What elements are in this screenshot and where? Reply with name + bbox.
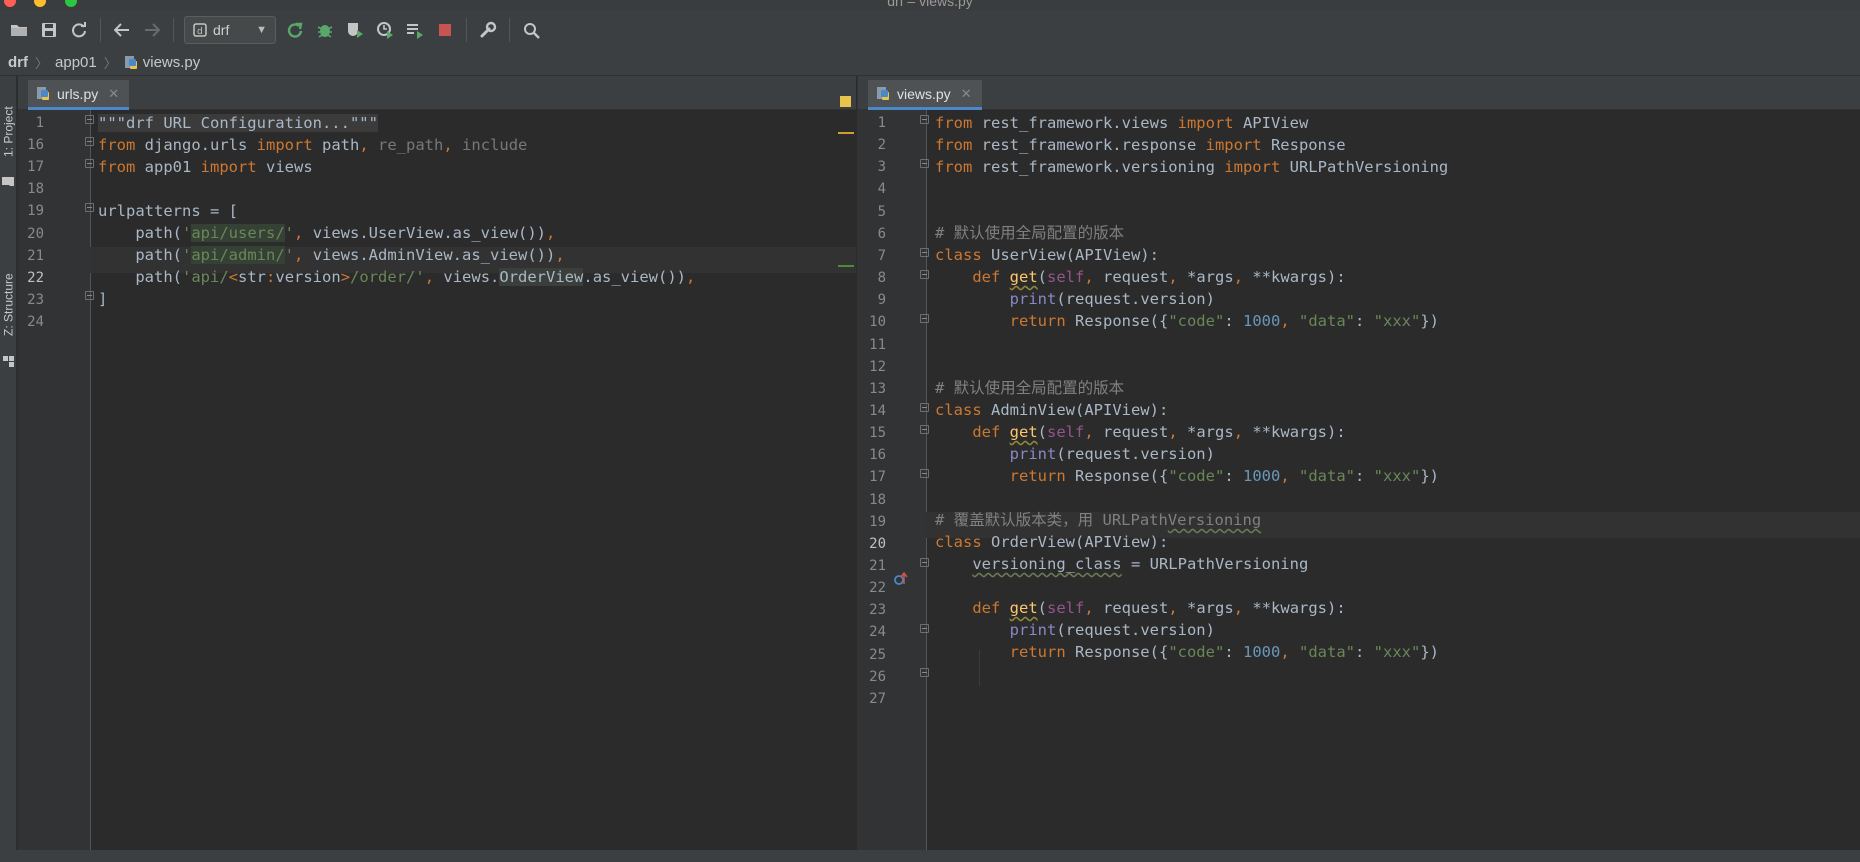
folder-icon [11, 25, 27, 36]
gutter-divider [90, 110, 91, 862]
change-stripe[interactable] [838, 265, 854, 267]
search-everywhere-button[interactable] [516, 15, 546, 45]
run-concurrency-button[interactable] [400, 15, 430, 45]
bug-icon [317, 25, 333, 38]
project-tab-label: 1: Project [1, 106, 16, 158]
editor-pane-left: urls.py ✕ 1 16 17 18 19 20 21 22 23 24 """drf URL… [18, 76, 856, 862]
toolbar-divider [466, 18, 467, 42]
structure-tool-tab[interactable]: Z: Structure [0, 260, 17, 350]
tab-label: views.py [897, 85, 951, 102]
save-icon [42, 23, 56, 37]
code-line[interactable]: path('api/<str:version>/order/', views.O… [98, 264, 695, 290]
fold-marker-icon[interactable] [920, 558, 929, 567]
status-bar [0, 850, 1860, 862]
fold-marker-icon[interactable] [920, 668, 929, 677]
toolbar-divider [173, 18, 174, 42]
code-line[interactable]: return Response({"code": 1000, "data": "… [935, 308, 1439, 334]
editor-tabs-left: urls.py ✕ [18, 76, 856, 110]
window-titlebar: drf – views.py [0, 0, 1860, 10]
python-file-icon [37, 87, 49, 100]
fold-marker-icon[interactable] [85, 115, 94, 124]
arrow-left-icon [114, 23, 129, 37]
tab-urls-py[interactable]: urls.py ✕ [28, 80, 130, 110]
fold-marker-icon[interactable] [920, 314, 929, 323]
rerun-button[interactable] [280, 15, 310, 45]
fold-marker-icon[interactable] [920, 115, 929, 124]
django-icon: d [193, 23, 207, 37]
warning-stripe[interactable] [838, 132, 854, 134]
concurrency-icon [407, 24, 423, 39]
structure-tab-label: Z: Structure [1, 273, 16, 337]
coverage-icon [348, 23, 363, 38]
breadcrumb-item-folder[interactable]: app01 [55, 54, 97, 71]
folder-icon [0, 174, 17, 190]
fold-marker-icon[interactable] [85, 137, 94, 146]
project-tool-tab[interactable]: 1: Project [0, 86, 17, 178]
python-file-icon [124, 56, 137, 69]
fold-marker-icon[interactable] [920, 469, 929, 478]
tool-window-strip: 1: Project Z: Structure [0, 76, 17, 862]
fold-marker-icon[interactable] [85, 203, 94, 212]
python-file-icon [877, 87, 889, 100]
fold-marker-icon[interactable] [920, 403, 929, 412]
forward-button[interactable] [137, 15, 167, 45]
search-icon [523, 22, 540, 39]
open-folder-button[interactable] [4, 15, 34, 45]
line-number: 24 [27, 313, 44, 330]
chevron-right-icon: 〉 [103, 56, 117, 71]
stop-button[interactable] [430, 15, 460, 45]
line-number: 27 [869, 690, 886, 707]
refresh-icon [72, 22, 86, 38]
structure-icon [0, 354, 17, 370]
wrench-icon [480, 21, 497, 38]
code-line[interactable]: return Response({"code": 1000, "data": "… [935, 639, 1439, 665]
synchronize-button[interactable] [64, 15, 94, 45]
code-line[interactable]: return Response({"code": 1000, "data": "… [935, 463, 1439, 489]
tab-views-py[interactable]: views.py ✕ [868, 80, 982, 110]
profile-button[interactable] [370, 15, 400, 45]
indent-guide [979, 650, 980, 686]
save-all-button[interactable] [34, 15, 64, 45]
fold-marker-icon[interactable] [920, 248, 929, 257]
inspection-warning-icon[interactable] [840, 96, 851, 107]
toolbar-divider [100, 18, 101, 42]
tab-label: urls.py [57, 85, 99, 102]
close-icon[interactable]: ✕ [961, 86, 972, 102]
close-icon[interactable]: ✕ [108, 86, 119, 102]
run-with-coverage-button[interactable] [340, 15, 370, 45]
fold-marker-icon[interactable] [920, 159, 929, 168]
svg-text:d: d [197, 27, 203, 37]
code-line[interactable]: ] [98, 286, 107, 312]
settings-button[interactable] [473, 15, 503, 45]
fold-marker-icon[interactable] [920, 624, 929, 633]
fold-marker-icon[interactable] [920, 425, 929, 434]
breadcrumb: drf 〉 app01 〉 views.py [0, 50, 1860, 76]
rerun-icon [287, 22, 303, 38]
breadcrumb-item-project[interactable]: drf [8, 54, 28, 71]
code-line[interactable]: from app01 import views [98, 154, 313, 180]
profiler-icon [377, 22, 393, 39]
override-marker-icon[interactable] [894, 572, 908, 586]
editor-pane-right: views.py ✕ 1 2 3 4 5 6 7 8 9 10 11 12 13 14 15 16 17 18 19… [857, 76, 1860, 862]
toolbar-divider [509, 18, 510, 42]
chevron-down-icon: ▼ [256, 24, 267, 36]
breadcrumb-item-file[interactable]: views.py [143, 54, 201, 71]
run-configuration-select[interactable]: d drf ▼ [184, 16, 276, 44]
code-line[interactable]: versioning_class = URLPathVersioning [935, 551, 1308, 577]
debug-button[interactable] [310, 15, 340, 45]
back-button[interactable] [107, 15, 137, 45]
run-configuration-label: drf [213, 22, 230, 38]
chevron-right-icon: 〉 [35, 56, 49, 71]
editor-tabs-right: views.py ✕ [858, 76, 1860, 110]
stop-icon [439, 24, 451, 36]
fold-marker-icon[interactable] [85, 159, 94, 168]
fold-marker-icon[interactable] [85, 291, 94, 300]
gutter-divider [926, 110, 927, 862]
main-toolbar: d drf ▼ [0, 10, 1860, 50]
arrow-right-icon [145, 23, 160, 37]
fold-marker-icon[interactable] [920, 270, 929, 279]
window-title: drf – views.py [887, 0, 973, 9]
code-line[interactable]: from rest_framework.versioning import UR… [935, 154, 1448, 180]
